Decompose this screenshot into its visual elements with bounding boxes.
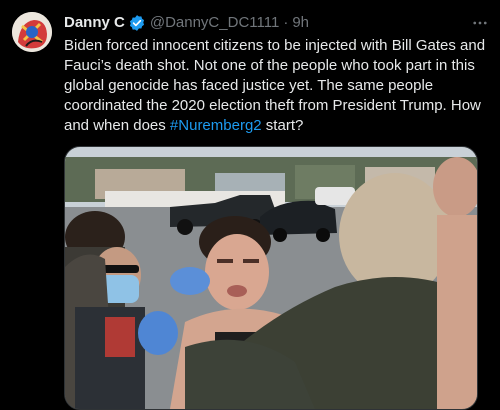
more-options-icon[interactable] bbox=[470, 13, 490, 33]
hashtag-link[interactable]: #Nuremberg2 bbox=[170, 117, 262, 134]
post-time[interactable]: 9h bbox=[292, 13, 309, 33]
separator-dot: · bbox=[283, 14, 289, 31]
tweet-text-end: start? bbox=[261, 117, 304, 134]
author-handle[interactable]: @DannyC_DC1111 bbox=[150, 13, 279, 33]
author-name[interactable]: Danny C bbox=[64, 13, 125, 33]
tweet-header: Danny C @DannyC_DC1111 · 9h bbox=[64, 13, 488, 33]
avatar-image bbox=[12, 12, 52, 52]
tweet[interactable]: Danny C @DannyC_DC1111 · 9h Biden forced… bbox=[0, 0, 500, 410]
avatar[interactable] bbox=[12, 12, 52, 52]
tweet-media-video[interactable] bbox=[64, 146, 478, 410]
video-frame bbox=[65, 147, 477, 409]
tweet-text: Biden forced innocent citizens to be inj… bbox=[64, 36, 488, 136]
verified-badge-icon bbox=[128, 14, 146, 32]
